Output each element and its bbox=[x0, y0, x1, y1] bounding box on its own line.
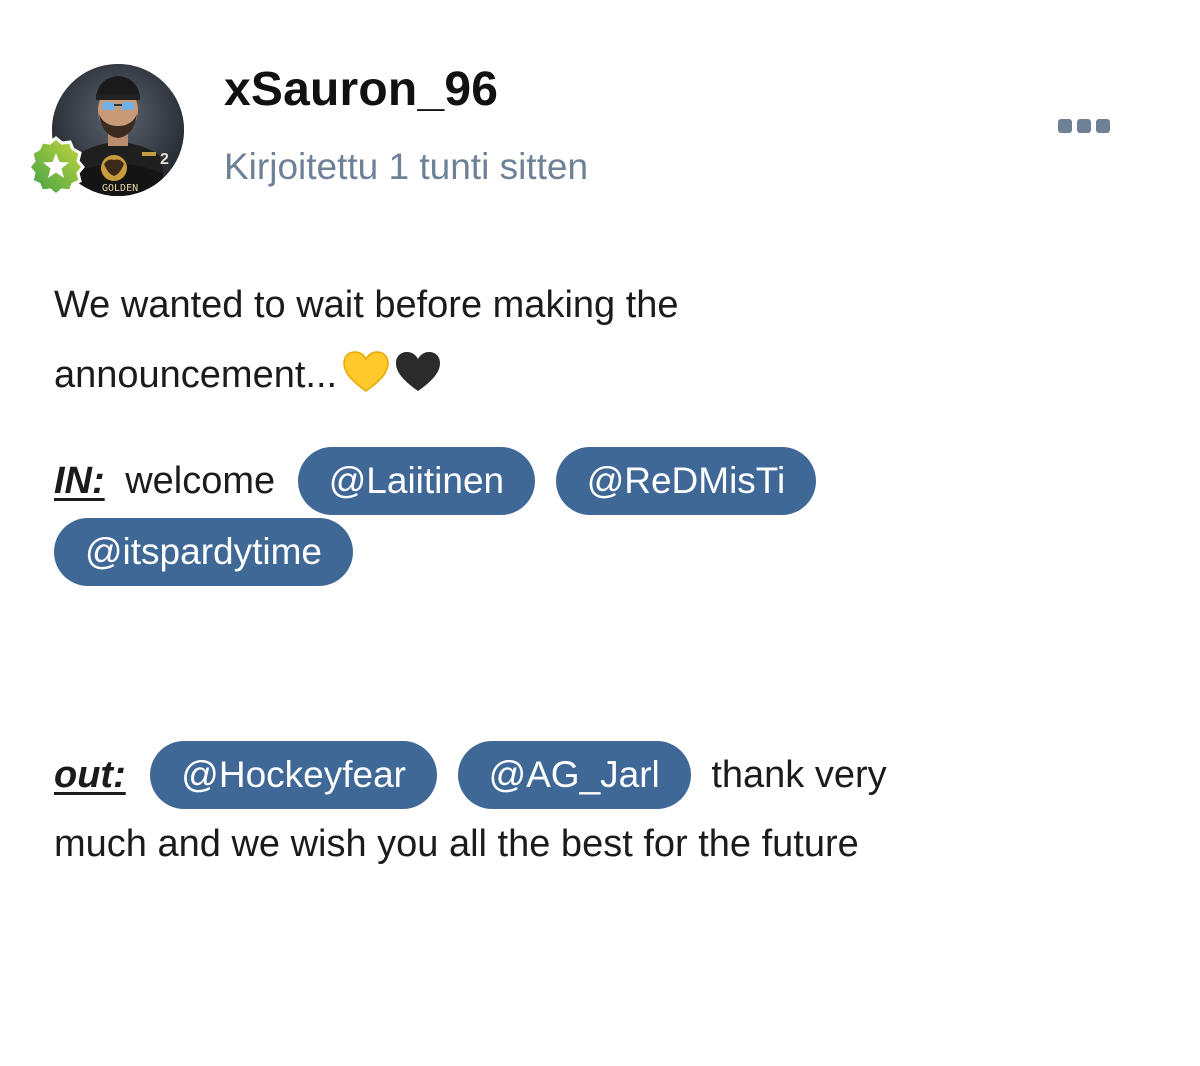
forum-post: GOLDEN 2 xSauron_96 Kirjoitettu 1 tunti … bbox=[0, 0, 1200, 1066]
rank-badge[interactable] bbox=[26, 136, 86, 197]
out-text-2: much and we wish you all the best for th… bbox=[54, 823, 859, 865]
mention-ag-jarl[interactable]: @AG_Jarl bbox=[457, 741, 691, 809]
mention-laiitinen[interactable]: @Laiitinen bbox=[297, 447, 536, 515]
out-row-2: much and we wish you all the best for th… bbox=[54, 810, 859, 878]
in-label: IN: bbox=[54, 460, 105, 502]
post-body: We wanted to wait before making the anno… bbox=[54, 270, 1154, 416]
in-text: welcome bbox=[125, 460, 276, 502]
svg-text:2: 2 bbox=[160, 151, 169, 168]
body-line-1: We wanted to wait before making the bbox=[54, 284, 679, 326]
mention-redmisti[interactable]: @ReDMisTi bbox=[555, 447, 817, 515]
body-line-2: announcement... bbox=[54, 340, 1154, 416]
author-username[interactable]: xSauron_96 bbox=[224, 62, 498, 117]
out-text: thank very bbox=[711, 754, 887, 796]
black-heart-icon bbox=[395, 346, 441, 416]
more-options-icon[interactable] bbox=[1052, 112, 1116, 140]
mention-hockeyfear[interactable]: @Hockeyfear bbox=[150, 741, 437, 809]
yellow-heart-icon bbox=[343, 346, 389, 416]
in-row-2: @itspardytime bbox=[54, 518, 363, 586]
jersey-text: GOLDEN bbox=[102, 183, 138, 194]
post-timestamp: Kirjoitettu 1 tunti sitten bbox=[224, 146, 589, 187]
mention-itspardytime[interactable]: @itspardytime bbox=[54, 518, 354, 586]
in-row: IN: welcome @Laiitinen @ReDMisTi bbox=[54, 447, 826, 515]
author-avatar-group[interactable]: GOLDEN 2 bbox=[26, 64, 186, 204]
star-rank-badge-icon bbox=[27, 136, 85, 197]
body-line-2-text: announcement... bbox=[54, 354, 338, 396]
out-row: out: @Hockeyfear @AG_Jarl thank very bbox=[54, 741, 887, 809]
out-label: out: bbox=[54, 754, 126, 796]
